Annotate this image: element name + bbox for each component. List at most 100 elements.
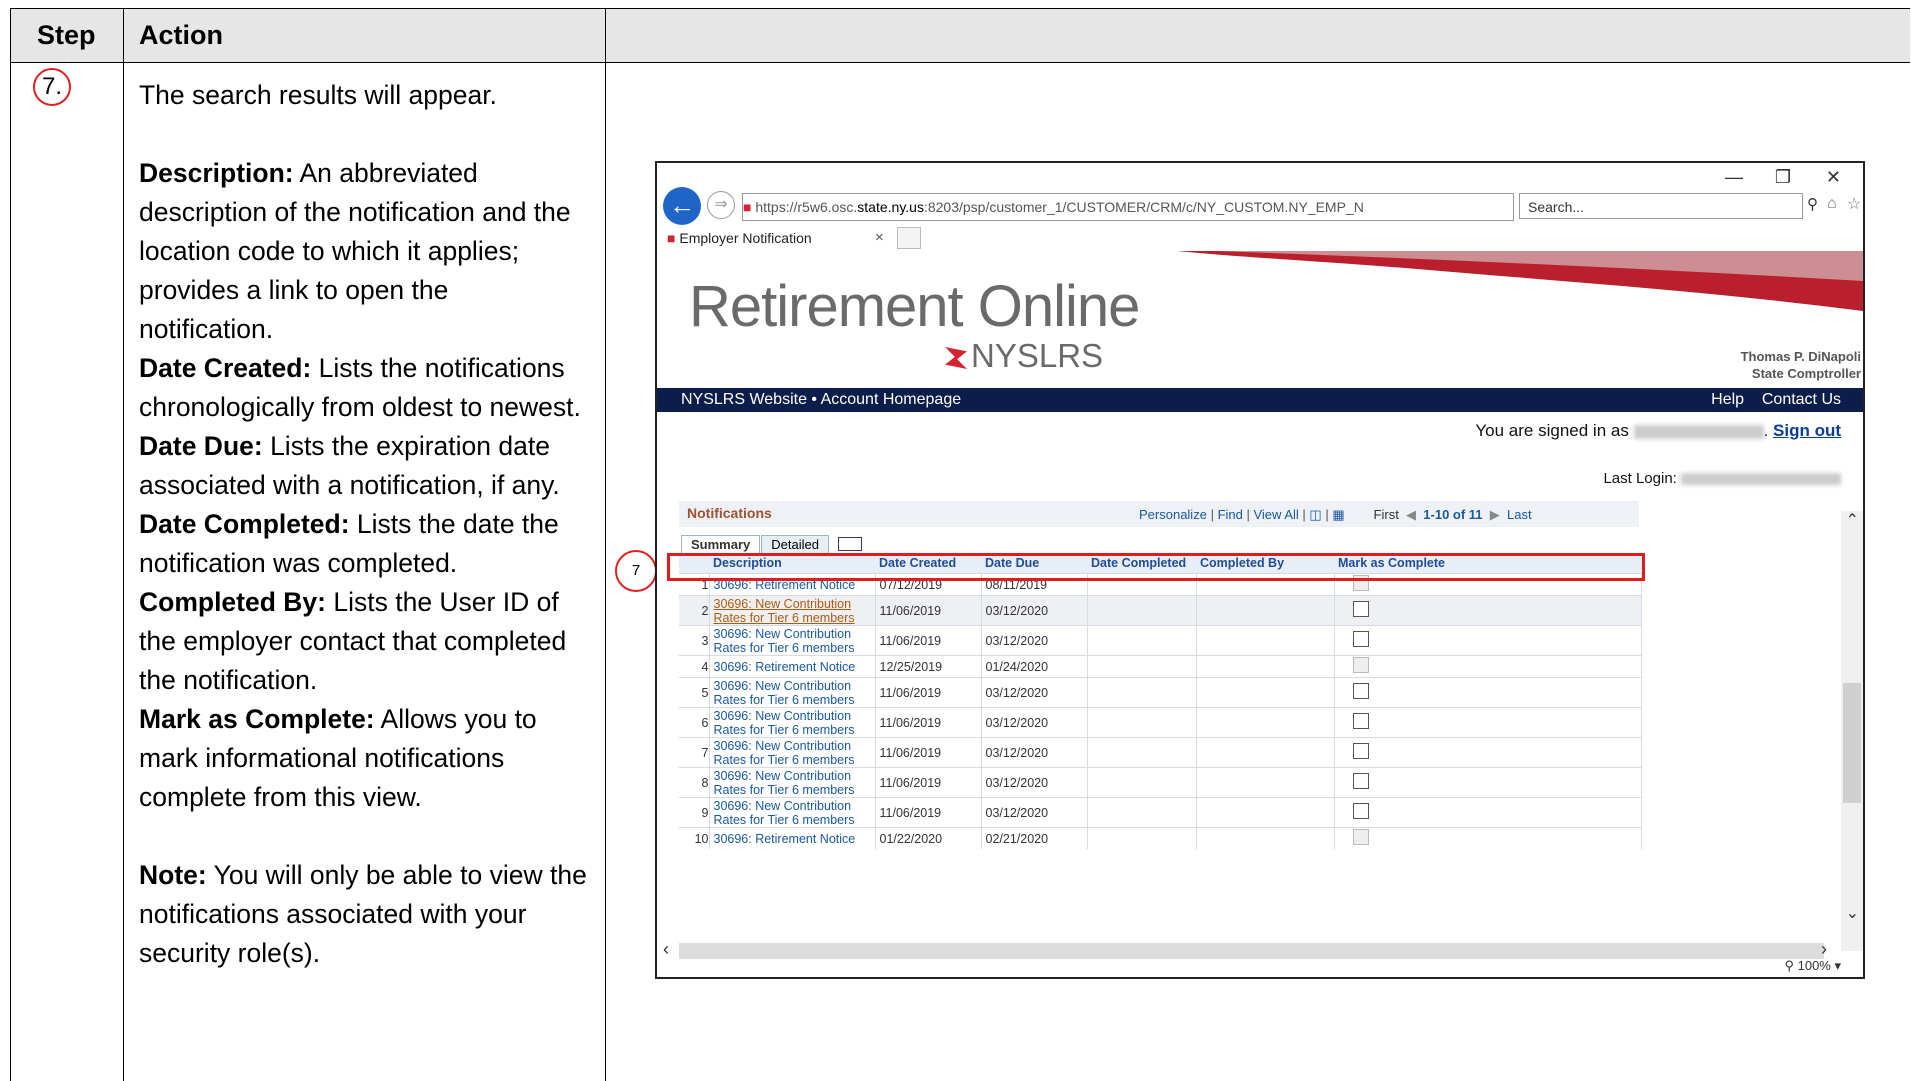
row-number: 9 [679, 797, 710, 828]
new-tab-button[interactable] [897, 227, 921, 249]
tab-favicon: ■ [667, 230, 676, 246]
search-icon[interactable]: ⚲ [1807, 195, 1818, 213]
row-description-link[interactable]: 30696: New Contribution Rates for Tier 6… [709, 707, 876, 738]
prev-icon[interactable]: ◀ [1406, 507, 1416, 522]
nav-help-link[interactable]: Help [1711, 391, 1744, 408]
table-row[interactable]: 5 30696: New Contribution Rates for Tier … [679, 677, 1642, 708]
personalize-link[interactable]: Personalize [1139, 507, 1207, 522]
row-mark-complete-cell [1334, 707, 1642, 738]
table-row[interactable]: 10 30696: Retirement Notice 01/22/2020 02/2… [679, 827, 1642, 849]
logo-sub-text: NYSLRS [971, 337, 1104, 374]
mark-complete-checkbox[interactable] [1352, 773, 1369, 789]
url-prefix: https://r5w6.osc. [755, 199, 858, 215]
table-row[interactable]: 2 30696: New Contribution Rates for Tier … [679, 595, 1642, 626]
table-border-col1 [123, 8, 124, 1081]
scroll-up-icon[interactable]: ⌃ [1846, 510, 1859, 530]
mark-complete-checkbox[interactable] [1352, 713, 1369, 729]
row-description-link[interactable]: 30696: New Contribution Rates for Tier 6… [709, 595, 876, 626]
row-description-link[interactable]: 30696: Retirement Notice [709, 827, 876, 849]
term: Description: [139, 158, 294, 188]
table-row[interactable]: 3 30696: New Contribution Rates for Tier … [679, 625, 1642, 656]
row-description-link[interactable]: 30696: New Contribution Rates for Tier 6… [709, 737, 876, 768]
download-icon[interactable]: ▦ [1332, 507, 1344, 522]
term: Date Completed: [139, 509, 350, 539]
mark-complete-checkbox[interactable] [1352, 631, 1369, 647]
row-date-created: 01/22/2020 [875, 827, 982, 849]
horizontal-scrollbar[interactable] [679, 943, 1824, 959]
table-row[interactable]: 9 30696: New Contribution Rates for Tier … [679, 797, 1642, 828]
row-description-link[interactable]: 30696: New Contribution Rates for Tier 6… [709, 767, 876, 798]
restore-icon[interactable]: ❐ [1775, 167, 1791, 188]
first-link[interactable]: First [1374, 507, 1399, 522]
next-icon[interactable]: ▶ [1490, 507, 1500, 522]
scroll-right-icon[interactable]: › [1821, 939, 1827, 960]
find-link[interactable]: Find [1218, 507, 1243, 522]
grid-tabs: Summary Detailed [681, 535, 862, 553]
row-date-completed [1087, 625, 1197, 656]
row-description-link[interactable]: 30696: New Contribution Rates for Tier 6… [709, 797, 876, 828]
note: Note: You will only be able to view the … [139, 856, 589, 973]
sign-out-link[interactable]: Sign out [1773, 421, 1841, 440]
comptroller: Thomas P. DiNapoli State Comptroller [1741, 348, 1861, 382]
star-icon[interactable]: ☆ [1847, 194, 1861, 214]
mark-complete-checkbox[interactable] [1352, 743, 1369, 759]
last-link[interactable]: Last [1507, 507, 1532, 522]
table-row[interactable]: 7 30696: New Contribution Rates for Tier … [679, 737, 1642, 768]
signed-in-label: You are signed in as [1475, 421, 1629, 440]
tab-detailed[interactable]: Detailed [761, 535, 829, 553]
mark-complete-checkbox[interactable] [1352, 803, 1369, 819]
row-description-link[interactable]: 30696: Retirement Notice [709, 655, 876, 678]
desc-item: Mark as Complete: Allows you to mark inf… [139, 700, 589, 817]
zoom-grid-icon[interactable]: ◫ [1309, 507, 1321, 522]
tab-close-icon[interactable]: × [875, 225, 884, 251]
back-icon[interactable]: ← [663, 187, 701, 225]
tab-summary[interactable]: Summary [681, 535, 761, 553]
view-all-link[interactable]: View All [1253, 507, 1298, 522]
row-date-due: 01/24/2020 [981, 655, 1088, 678]
row-date-completed [1087, 737, 1197, 768]
step-callout: 7 [615, 550, 657, 592]
browser-tab[interactable]: ■ Employer Notification [667, 225, 897, 251]
row-number: 7 [679, 737, 710, 768]
home-icon[interactable]: ⌂ [1827, 195, 1837, 213]
zoom-icon: ⚲ [1784, 958, 1794, 973]
last-login-line: Last Login: [1603, 470, 1841, 487]
zoom-level[interactable]: ⚲ 100% ▾ [1784, 958, 1841, 974]
address-bar[interactable]: ■ https://r5w6.osc.state.ny.us:8203/psp/… [742, 193, 1514, 221]
table-border-header [10, 62, 1910, 63]
scroll-down-icon[interactable]: ⌄ [1846, 903, 1859, 923]
row-date-due: 03/12/2020 [981, 737, 1088, 768]
row-number: 4 [679, 655, 710, 678]
row-description-link[interactable]: 30696: New Contribution Rates for Tier 6… [709, 677, 876, 708]
header-action: Action [139, 20, 223, 50]
show-all-columns-icon[interactable] [837, 537, 862, 551]
row-date-created: 11/06/2019 [875, 625, 982, 656]
forward-icon[interactable]: ⇒ [707, 191, 735, 219]
row-completed-by [1196, 707, 1335, 738]
step-description: The search results will appear. Descript… [139, 76, 589, 973]
tab-title: Employer Notification [679, 230, 812, 246]
row-mark-complete-cell [1334, 625, 1642, 656]
nav-links-right: Help Contact Us [1711, 388, 1841, 412]
nav-links-left[interactable]: NYSLRS Website • Account Homepage [681, 388, 961, 412]
nav-contact-link[interactable]: Contact Us [1762, 391, 1841, 408]
browser-search-input[interactable]: Search... [1519, 193, 1803, 219]
mark-complete-checkbox[interactable] [1352, 601, 1369, 617]
logo-sub: NYSLRS [945, 337, 1103, 375]
row-description-link[interactable]: 30696: New Contribution Rates for Tier 6… [709, 625, 876, 656]
close-icon[interactable]: ✕ [1826, 167, 1841, 188]
redacted-username [1633, 424, 1764, 439]
site-banner: Retirement Online NYSLRS [657, 251, 1863, 388]
mark-complete-checkbox[interactable] [1352, 683, 1369, 699]
table-row[interactable]: 6 30696: New Contribution Rates for Tier … [679, 707, 1642, 738]
row-mark-complete-cell [1334, 797, 1642, 828]
vertical-scroll-thumb[interactable] [1843, 683, 1861, 803]
scroll-left-icon[interactable]: ‹ [663, 939, 669, 960]
table-row[interactable]: 4 30696: Retirement Notice 12/25/2019 01/24… [679, 655, 1642, 678]
column-highlight-box [667, 553, 1645, 581]
table-row[interactable]: 8 30696: New Contribution Rates for Tier … [679, 767, 1642, 798]
row-date-created: 11/06/2019 [875, 707, 982, 738]
minimize-icon[interactable]: — [1725, 167, 1743, 188]
